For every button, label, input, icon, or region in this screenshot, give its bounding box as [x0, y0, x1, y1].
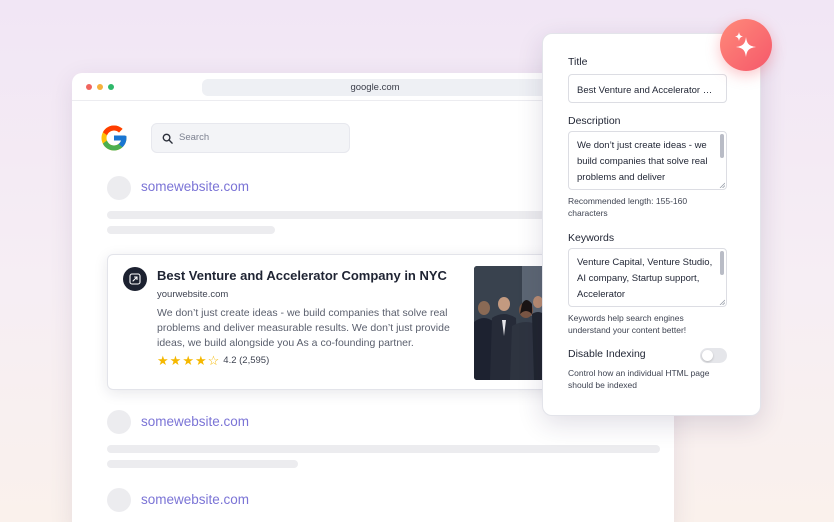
result-favicon-placeholder: [107, 488, 131, 512]
disable-indexing-toggle[interactable]: [700, 348, 727, 363]
star-filled-icon: ★: [169, 353, 182, 368]
description-label: Description: [568, 115, 621, 127]
featured-result-card[interactable]: Best Venture and Accelerator Company in …: [107, 254, 597, 390]
result-site-link[interactable]: somewebsite.com: [141, 414, 249, 429]
keywords-label: Keywords: [568, 232, 615, 244]
star-filled-icon: ★: [194, 353, 207, 368]
search-box[interactable]: Search: [151, 123, 350, 153]
keywords-textarea-value: Venture Capital, Venture Studio, AI comp…: [577, 257, 713, 300]
result-site-link[interactable]: somewebsite.com: [141, 492, 249, 507]
maximize-window-dot[interactable]: [108, 84, 114, 90]
sparkles-icon: [735, 32, 756, 57]
seo-settings-panel: Title Best Venture and Accelerator Compa…: [542, 33, 761, 416]
title-input-value: Best Venture and Accelerator Company in …: [577, 85, 717, 96]
rating-stars: ★ ★ ★ ★ ☆ 4.2 (2,595): [157, 354, 269, 367]
star-filled-icon: ★: [157, 353, 169, 368]
keywords-hint: Keywords help search engines understand …: [568, 313, 687, 335]
result-text-placeholder: [107, 460, 298, 468]
close-window-dot[interactable]: [86, 84, 92, 90]
disable-indexing-label: Disable Indexing: [568, 348, 646, 360]
result-title-link[interactable]: Best Venture and Accelerator Company in …: [157, 268, 447, 283]
result-site-link[interactable]: somewebsite.com: [141, 179, 249, 194]
resize-grip-icon[interactable]: [719, 182, 725, 188]
business-team-photo: [474, 266, 544, 380]
description-hint: Recommended length: 155-160 characters: [568, 196, 688, 218]
rating-text: 4.2 (2,595): [223, 355, 270, 366]
search-icon: [162, 133, 173, 144]
result-text-placeholder: [107, 445, 660, 453]
description-textarea-value: We don’t just create ideas - we build co…: [577, 140, 708, 189]
result-url: yourwebsite.com: [157, 289, 229, 300]
title-input[interactable]: Best Venture and Accelerator Company in …: [568, 74, 727, 103]
star-filled-icon: ★: [182, 353, 194, 368]
search-placeholder: Search: [179, 132, 210, 143]
result-favicon: [123, 267, 147, 291]
indexing-hint: Control how an individual HTML page shou…: [568, 368, 710, 390]
keywords-scrollbar[interactable]: [720, 251, 724, 275]
star-empty-icon: ☆: [207, 353, 220, 368]
google-logo: [101, 125, 127, 151]
result-favicon-placeholder: [107, 410, 131, 434]
resize-grip-icon[interactable]: [719, 299, 725, 305]
result-text-placeholder: [107, 226, 275, 234]
ai-generate-button[interactable]: [720, 19, 772, 71]
result-description: We don’t just create ideas - we build co…: [157, 307, 450, 349]
toggle-knob: [702, 350, 713, 361]
minimize-window-dot[interactable]: [97, 84, 103, 90]
external-link-icon: [129, 273, 141, 285]
description-textarea[interactable]: We don’t just create ideas - we build co…: [568, 131, 727, 190]
address-bar[interactable]: google.com: [202, 79, 548, 96]
keywords-textarea[interactable]: Venture Capital, Venture Studio, AI comp…: [568, 248, 727, 307]
description-scrollbar[interactable]: [720, 134, 724, 158]
title-label: Title: [568, 56, 588, 68]
result-favicon-placeholder: [107, 176, 131, 200]
